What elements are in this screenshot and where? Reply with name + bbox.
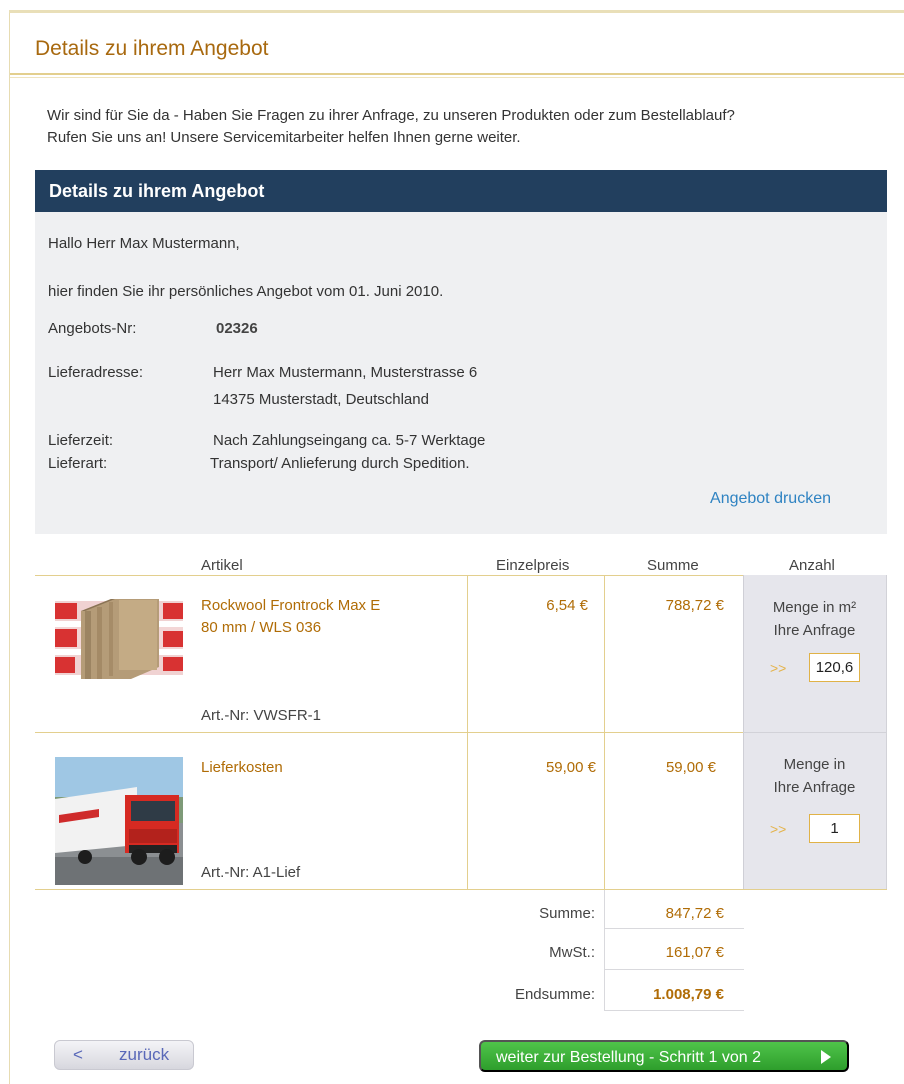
product-name-line: Rockwool Frontrock Max E [201,597,381,614]
quantity-request-label: Ihre Anfrage [773,779,856,796]
quantity-unit-label: Menge in m² [772,599,857,616]
article-number: Art.-Nr: VWSFR-1 [201,707,321,724]
quantity-input[interactable] [809,653,860,682]
next-step-button[interactable]: weiter zur Bestellung - Schritt 1 von 2 [479,1040,849,1072]
offer-panel-header: Details zu ihrem Angebot [35,170,887,212]
total-value: 1.008,79 € [653,986,724,1003]
quantity-unit-label: Menge in [783,756,846,773]
next-button-label: weiter zur Bestellung - Schritt 1 von 2 [496,1049,762,1066]
chevron-left-icon: < [73,1045,83,1064]
delivery-type-label: Lieferart: [48,455,108,472]
address-label: Lieferadresse: [48,364,144,381]
subtotal-label: Summe: [539,905,595,922]
column-divider [467,575,468,889]
delivery-type: Transport/ Anlieferung durch Spedition. [210,455,470,472]
line-sum: 788,72 € [665,597,724,614]
quantity-request-label: Ihre Anfrage [773,622,856,639]
product-image[interactable] [55,757,183,885]
double-arrow-icon: >> [770,660,787,676]
intro-line: Rufen Sie uns an! Unsere Servicemitarbei… [47,129,521,146]
delivery-time-label: Lieferzeit: [48,432,114,449]
column-header-quantity: Anzahl [789,557,835,574]
product-image[interactable] [55,597,183,679]
vat-label: MwSt.: [549,944,595,961]
quantity-label: Menge in Ihre Anfrage [743,753,886,799]
totals-divider [604,890,605,1010]
column-header-article: Artikel [201,557,243,574]
offer-number: 02326 [216,320,258,337]
service-intro: Wir sind für Sie da - Haben Sie Fragen z… [47,105,887,149]
column-divider [604,575,605,889]
intro-line: Wir sind für Sie da - Haben Sie Fragen z… [47,107,735,124]
insulation-board-image [55,597,183,679]
offer-number-label: Angebots-Nr: [48,320,137,337]
totals-rule [604,1010,744,1011]
line-sum: 59,00 € [665,759,716,776]
product-name-line: Lieferkosten [201,759,283,776]
greeting: Hallo Herr Max Mustermann, [48,235,240,252]
column-header-unit-price: Einzelpreis [496,557,570,574]
delivery-truck-image [55,757,183,885]
product-name-line: 80 mm / WLS 036 [201,619,322,636]
totals-rule [604,969,744,970]
product-name-link[interactable]: Rockwool Frontrock Max E 80 mm / WLS 036 [201,595,380,639]
table-rule [35,575,743,576]
subtotal-value: 847,72 € [665,905,724,922]
offer-intro: hier finden Sie ihr persönliches Angebot… [48,283,444,300]
quantity-label: Menge in m² Ihre Anfrage [743,596,886,642]
back-button-label: zurück [119,1045,170,1064]
play-arrow-icon [821,1050,831,1064]
page-title: Details zu ihrem Angebot [35,37,269,60]
vat-value: 161,07 € [665,944,724,961]
total-label: Endsumme: [514,986,595,1003]
address-line: 14375 Musterstadt, Deutschland [213,391,429,408]
print-offer-link[interactable]: Angebot drucken [710,490,831,508]
address-line: Herr Max Mustermann, Musterstrasse 6 [213,364,478,381]
quantity-input[interactable] [809,814,860,843]
back-button[interactable]: < zurück [54,1040,194,1070]
unit-price: 6,54 € [546,597,588,614]
product-name-link[interactable]: Lieferkosten [201,757,283,779]
offer-details-panel: Details zu ihrem Angebot Hallo Herr Max … [35,170,887,534]
quantity-divider [743,732,887,733]
table-rule [35,889,887,890]
title-rule-thin [10,77,904,78]
delivery-time: Nach Zahlungseingang ca. 5-7 Werktage [213,432,486,449]
double-arrow-icon: >> [770,821,787,837]
top-bar [9,10,904,13]
table-rule [35,732,743,733]
column-header-sum: Summe [647,557,699,574]
title-rule [10,73,904,75]
unit-price: 59,00 € [545,759,596,776]
article-number: Art.-Nr: A1-Lief [201,864,301,881]
quantity-border [886,575,887,890]
totals-rule [604,928,744,929]
